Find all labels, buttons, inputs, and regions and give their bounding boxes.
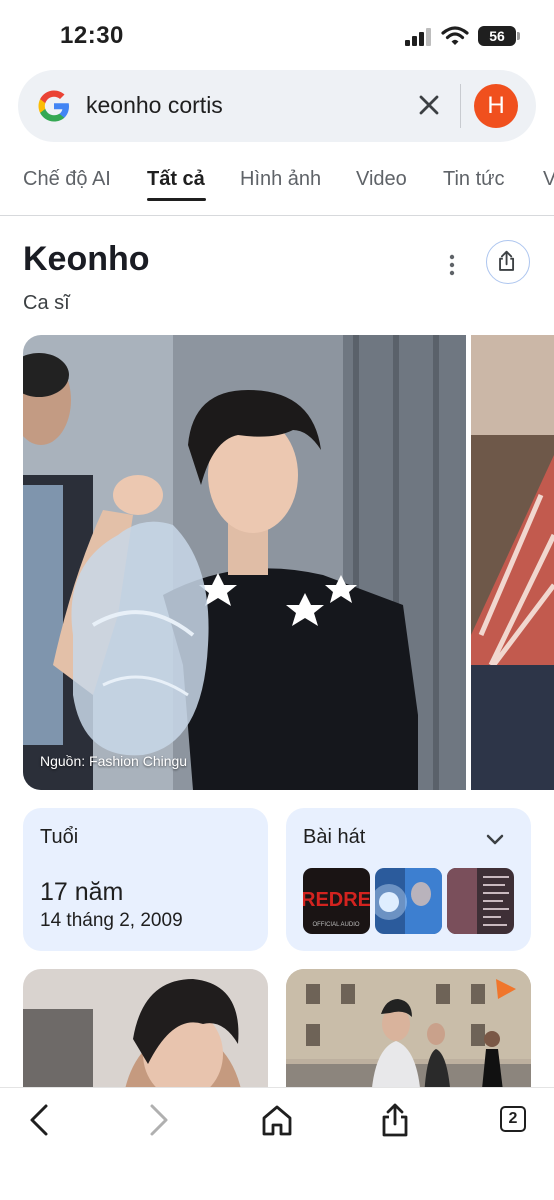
battery-tip [517,32,520,40]
tab-images[interactable]: Hình ảnh [240,168,321,191]
photo-keonho-3 [23,969,268,1099]
active-tab-indicator [147,198,206,201]
song-cover-subtitle: OFFICIAL AUDIO [312,922,359,928]
birthdate-value: 14 tháng 2, 2009 [40,910,183,931]
songs-label: Bài hát [303,826,366,848]
search-input[interactable]: keonho cortis [86,92,223,119]
tab-all[interactable]: Tất cả [147,168,205,191]
song-thumbnail[interactable] [447,868,514,934]
song-thumbnail[interactable]: REDRE OFFICIAL AUDIO [303,868,370,934]
clear-icon[interactable] [416,92,442,118]
tab-news[interactable]: Tin tức [443,168,505,191]
entity-title: Keonho [23,240,150,278]
tab-ai-mode[interactable]: Chế độ AI [23,168,111,191]
related-image[interactable] [23,969,268,1099]
song-cover-title: REDRE [303,889,370,911]
song-cover-blue [375,868,442,934]
search-tabs: Chế độ AI Tất cả Hình ảnh Video Tin tức … [0,150,554,216]
browser-toolbar: 2 [0,1087,554,1200]
back-icon[interactable] [22,1102,58,1138]
tabs-count-button[interactable]: 2 [500,1106,526,1132]
more-options-icon[interactable] [440,252,464,278]
song-cover-red: REDRE OFFICIAL AUDIO [303,868,370,934]
photo-keonho [23,335,466,790]
song-thumbnail[interactable] [375,868,442,934]
status-time: 12:30 [60,22,124,49]
age-card[interactable]: Tuổi 17 năm 14 tháng 2, 2009 [23,808,268,951]
entity-description: Ca sĩ [23,292,70,314]
home-icon[interactable] [259,1102,295,1138]
image-credit: Nguồn: Fashion Chingu [40,753,188,769]
photo-street [286,969,531,1099]
song-cover-tracklist [447,868,514,934]
share-icon [499,250,515,271]
second-image[interactable] [471,335,554,790]
share-icon[interactable] [377,1102,413,1138]
tab-videos[interactable]: Video [356,168,407,191]
search-bar[interactable]: keonho cortis H [18,70,536,142]
age-value: 17 năm [40,878,124,906]
related-image[interactable] [286,969,531,1099]
search-divider [460,84,461,128]
cellular-signal-icon [405,28,431,46]
wifi-icon [441,26,469,45]
google-logo-icon [38,90,69,122]
chevron-down-icon[interactable] [483,828,507,852]
songs-card[interactable]: Bài hát REDRE OFFICIAL AUDIO [286,808,531,951]
share-button[interactable] [486,240,530,284]
age-label: Tuổi [40,826,79,848]
main-image[interactable]: Nguồn: Fashion Chingu [23,335,466,790]
account-avatar[interactable]: H [474,84,518,128]
status-bar: 12:30 56 [0,0,554,70]
battery-icon: 56 [478,26,516,46]
photo-keonho-2 [471,335,554,790]
tab-more[interactable]: V [543,168,554,191]
forward-icon[interactable] [140,1102,176,1138]
